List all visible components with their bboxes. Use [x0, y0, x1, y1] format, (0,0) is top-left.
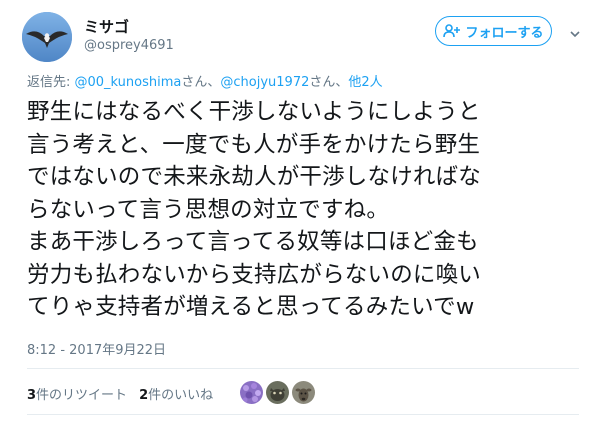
reply-context: 返信先: @00_kunoshimaさん、@chojyu1972さん、他2人 — [27, 71, 383, 90]
tweet-text-line: 労力も払わないから支持広がらないのに喚い — [27, 261, 482, 288]
tweet-text-line: ではないので未来永劫人が干渉しなければな — [27, 164, 482, 190]
mention-suffix: さん、 — [181, 75, 221, 90]
tweet-stats: 3件のリツイート 2件のいいね — [27, 384, 213, 403]
tweet-timestamp[interactable]: 8:12 - 2017年9月22日 — [27, 339, 166, 358]
follow-button-label: フォローする — [465, 25, 544, 41]
follow-button[interactable]: フォローする — [435, 16, 552, 46]
tweet-card: ミサゴ @osprey4691 フォローする 返信先: @00_kunoshim… — [0, 0, 605, 426]
tweet-text-line: 野生にはなるべく干渉しないようにしようと — [27, 99, 481, 125]
mention-suffix: さん、 — [309, 75, 349, 90]
add-user-icon — [443, 24, 461, 38]
deer-avatar-icon[interactable] — [292, 381, 315, 404]
mention-link[interactable]: @chojyu1972 — [220, 75, 309, 90]
tweet-header: ミサゴ @osprey4691 フォローする — [22, 12, 592, 62]
divider — [27, 414, 579, 415]
like-count: 2 — [139, 388, 149, 403]
retweet-label: 件のリツイート — [36, 388, 128, 403]
mention-link[interactable]: @00_kunoshima — [75, 75, 182, 90]
like-label: 件のいいね — [148, 388, 214, 403]
divider — [27, 368, 579, 369]
tweet-text-line: 言う考えと、一度でも人が手をかけたら野生 — [27, 131, 481, 158]
like-stat[interactable]: 2件のいいね — [139, 388, 213, 403]
tweet-text-line: てりゃ支持者が増えると思ってるみたいでw — [27, 294, 475, 320]
username[interactable]: @osprey4691 — [84, 38, 174, 53]
purple-flower-avatar-icon[interactable] — [240, 381, 263, 404]
tweet-text: 野生にはなるべく干渉しないようにしようと 言う考えと、一度でも人が手をかけたら野… — [27, 96, 587, 324]
display-name[interactable]: ミサゴ — [84, 16, 129, 37]
chevron-down-icon[interactable] — [569, 25, 581, 38]
retweet-count: 3 — [27, 388, 37, 403]
liker-avatars — [240, 381, 315, 404]
animal-avatar-icon[interactable] — [266, 381, 289, 404]
retweet-stat[interactable]: 3件のリツイート — [27, 388, 127, 403]
tweet-text-line: まあ干渉しろって言ってる奴等は口ほど金も — [27, 229, 479, 255]
others-link[interactable]: 他2人 — [348, 75, 382, 90]
osprey-avatar-icon[interactable] — [22, 12, 72, 62]
tweet-text-line: らないって言う思想の対立ですね。 — [27, 196, 390, 223]
reply-prefix: 返信先: — [27, 75, 75, 90]
